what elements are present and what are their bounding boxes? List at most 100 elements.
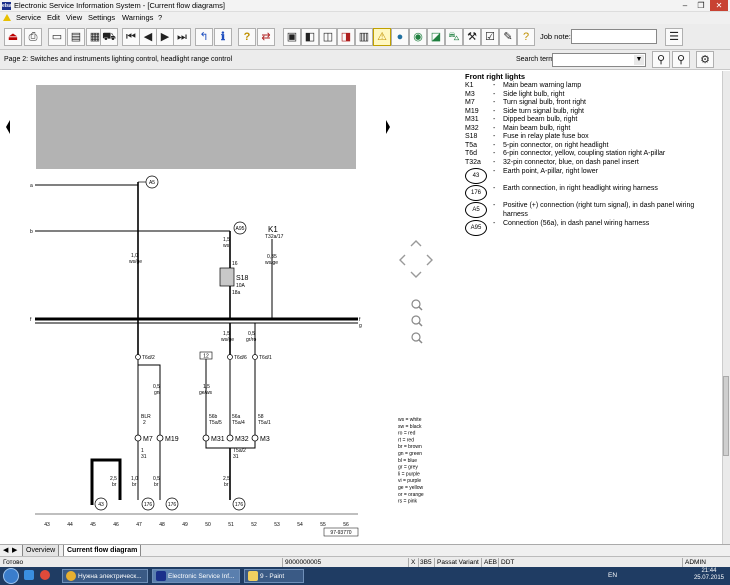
pan-left-icon[interactable] (399, 254, 406, 266)
colour-code: li = purple (398, 471, 420, 477)
next-page-icon[interactable]: ▶ (156, 28, 174, 46)
legend-item: M7 - Turn signal bulb, front right (465, 99, 720, 108)
page-label: Page 2: Switches and instruments lightin… (4, 56, 233, 63)
tools-icon[interactable]: ⚒ (463, 28, 481, 46)
menu-help[interactable]: ? (158, 13, 162, 22)
zoom-out-icon[interactable] (411, 332, 423, 344)
taskbar-clock[interactable]: 21:44 25.07.2015 (694, 568, 724, 582)
legend-dash: - (493, 82, 496, 89)
taskbar-item-paint[interactable]: 9 - Paint (244, 569, 304, 583)
page-right-arrow-icon[interactable] (386, 120, 390, 134)
taskbar-item-elsa[interactable]: Electronic Service Inf... (152, 569, 240, 583)
job-note-field[interactable] (571, 29, 657, 44)
menu-view[interactable]: View (66, 13, 82, 22)
title-bar: elsa Electronic Service Information Syst… (0, 0, 730, 12)
menu-edit[interactable]: Edit (47, 13, 60, 22)
zoom-in-icon[interactable] (411, 299, 423, 311)
calculator-icon[interactable]: ▣ (283, 28, 301, 46)
pan-up-icon[interactable] (410, 240, 422, 247)
wire-col48-colour: gn (154, 390, 160, 396)
pan-right-icon[interactable] (426, 254, 433, 266)
database-icon[interactable]: ◫ (319, 28, 337, 46)
colour-code: br = brown (398, 444, 422, 450)
taskbar-chrome-icon[interactable] (40, 569, 52, 583)
page-left-arrow-icon[interactable] (6, 120, 10, 134)
minimize-button[interactable]: – (678, 0, 692, 11)
legend-desc: Side light bulb, right (503, 90, 565, 98)
column-number: 56 (343, 522, 349, 528)
menu-service[interactable]: Service (16, 13, 41, 22)
swap-icon[interactable]: ⇄ (257, 28, 275, 46)
legend-circle-code: A95 (465, 220, 487, 236)
back-arrow-icon[interactable]: ↰ (195, 28, 213, 46)
car-icon[interactable]: ⛟ (100, 28, 118, 46)
warning-triangle-icon[interactable]: ⚠ (373, 28, 391, 46)
legend-dash: - (493, 141, 496, 149)
wire-col52-colour: gr/ro (246, 337, 257, 343)
legend-circle-item: A95- Connection (56a), in dash panel wiri… (465, 220, 720, 236)
help-icon[interactable]: ? (238, 28, 256, 46)
t6d1-label: T6d/1 (259, 355, 272, 361)
legend-dash: - (493, 124, 496, 132)
previous-page-icon[interactable]: ◀ (139, 28, 157, 46)
menu-settings[interactable]: Settings (88, 13, 115, 22)
legend-item: M31 - Dipped beam bulb, right (465, 116, 720, 125)
last-page-icon[interactable]: ⏭ (173, 28, 191, 46)
job-note-edit-icon[interactable]: ☰ (665, 28, 683, 46)
search-input[interactable]: ▼ (552, 53, 646, 67)
tab-nav-right-icon[interactable]: ▶ (12, 546, 17, 554)
exit-icon[interactable]: ⏏ (4, 28, 22, 46)
taskbar-item-elsa-label: Electronic Service Inf... (168, 573, 235, 580)
globe-icon[interactable]: ● (391, 28, 409, 46)
wire-col48 (137, 360, 161, 438)
car-body-icon[interactable]: ⛍ (445, 28, 463, 46)
document-stack-icon[interactable]: ▥ (355, 28, 373, 46)
info-icon[interactable]: ℹ (214, 28, 232, 46)
legend-dash: - (493, 107, 496, 115)
legend-code: T32a (465, 158, 481, 166)
taskbar-item-browser[interactable]: Нужна электрическ... (62, 569, 148, 583)
first-page-icon[interactable]: ⏮ (122, 28, 140, 46)
wire-earth-loop-colour: br (112, 482, 117, 488)
maximize-button[interactable]: ❐ (694, 0, 708, 11)
checklist-icon[interactable]: ☑ (481, 28, 499, 46)
colour-code: ro = red (398, 431, 416, 437)
status-bar: Готово 9000000005 X 3B5 Passat Variant A… (0, 556, 730, 567)
menu-warnings[interactable]: Warnings (122, 13, 153, 22)
binoculars-icon[interactable]: ⚲ (652, 51, 670, 68)
question-help-icon[interactable]: ? (517, 28, 535, 46)
scrollbar-thumb[interactable] (723, 376, 729, 456)
colour-code: ws = white (398, 417, 422, 423)
column-number: 54 (297, 522, 303, 528)
new-document-icon[interactable]: ▭ (48, 28, 66, 46)
column-numbers: 43 44 45 46 47 48 49 50 51 52 53 54 55 56 (44, 522, 349, 528)
open-document-icon[interactable]: ▤ (67, 28, 85, 46)
legend-circle-desc: Earth connection, in right headlight wir… (503, 185, 658, 192)
binoculars-next-icon[interactable]: ⚲ (672, 51, 690, 68)
legend-circle-item: A5- Positive (+) connection (right turn s… (465, 202, 720, 219)
wire-col50-colour: ge/ws (199, 390, 213, 396)
close-button[interactable]: ✕ (710, 0, 728, 11)
vertical-scrollbar[interactable] (722, 71, 730, 544)
pan-down-icon[interactable] (410, 271, 422, 278)
taskbar-item-browser-label: Нужна электрическ... (78, 573, 142, 580)
legend-desc: 32-pin connector, blue, on dash panel in… (503, 158, 639, 166)
taskbar: Нужна электрическ... Electronic Service … (0, 567, 730, 585)
tab-nav-left-icon[interactable]: ◀ (3, 546, 8, 554)
paint-icon[interactable]: ◉ (409, 28, 427, 46)
search-dropdown-icon[interactable]: ▼ (634, 55, 644, 65)
search-options-icon[interactable]: ⚙ (696, 51, 714, 68)
book-icon[interactable]: ◪ (427, 28, 445, 46)
notes-icon[interactable]: ✎ (499, 28, 517, 46)
taskbar-ie-icon[interactable] (24, 569, 36, 583)
start-button[interactable] (3, 568, 19, 584)
app-icon: elsa (2, 2, 12, 10)
zoom-fit-icon[interactable] (411, 315, 423, 327)
column-number: 47 (136, 522, 142, 528)
column-number: 52 (251, 522, 257, 528)
parts-icon[interactable]: ◧ (301, 28, 319, 46)
manual-icon[interactable]: ◨ (337, 28, 355, 46)
status-user: ADMIN (685, 559, 706, 566)
print-icon[interactable]: ⎙ (24, 28, 42, 46)
taskbar-language[interactable]: EN (608, 569, 617, 583)
